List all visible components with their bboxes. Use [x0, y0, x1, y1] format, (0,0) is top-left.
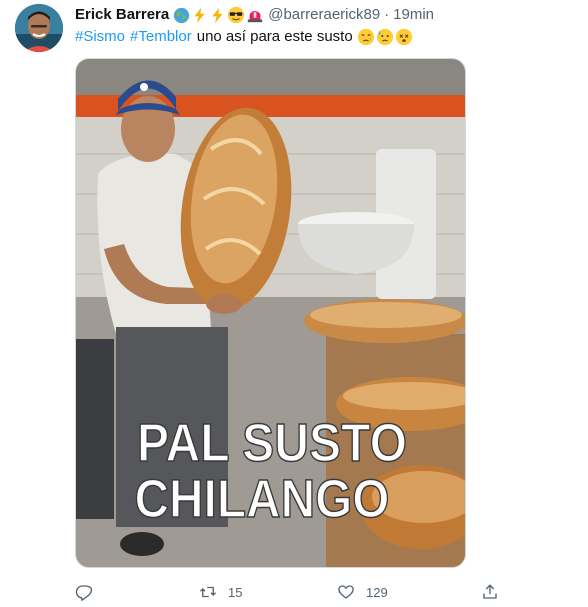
sad-relieved-face-emoji [357, 28, 374, 46]
globe-emoji [174, 7, 190, 23]
tweet-image[interactable]: PAL SUSTO CHILANGO [75, 58, 466, 568]
sunglasses-emoji [228, 6, 245, 24]
name-emoji-group [173, 6, 264, 24]
author-handle[interactable]: @barreraerick89 [268, 5, 380, 25]
like-count: 129 [366, 584, 388, 600]
retweet-icon [200, 586, 216, 598]
share-icon [483, 584, 497, 599]
tweet[interactable]: Erick Barrera @barreraerick89 · 19min #S… [0, 0, 588, 607]
dizzy-face-emoji [395, 28, 412, 46]
tweet-body-text: uno así para este susto [196, 28, 353, 45]
like-button[interactable]: 129 [337, 580, 388, 604]
separator-dot: · [384, 6, 390, 23]
avatar[interactable] [15, 4, 63, 52]
heart-icon [338, 585, 354, 599]
anxious-sweat-face-emoji [376, 28, 393, 46]
action-bar: 15 129 [75, 580, 505, 604]
siren-emoji [248, 10, 263, 23]
meme-photo: PAL SUSTO CHILANGO [76, 59, 465, 567]
hashtag-sismo[interactable]: #Sismo [75, 27, 125, 47]
lightning-emoji [212, 7, 223, 23]
hashtag-temblor[interactable]: #Temblor [130, 27, 192, 47]
caption-line-2: CHILANGO [135, 469, 390, 529]
timestamp[interactable]: 19min [393, 5, 434, 25]
tweet-emoji-group [357, 28, 413, 46]
display-name[interactable]: Erick Barrera [75, 5, 169, 25]
retweet-button[interactable]: 15 [199, 580, 242, 604]
caption-line-1: PAL SUSTO [137, 413, 407, 473]
reply-icon [75, 585, 93, 601]
share-button[interactable] [481, 580, 499, 604]
tweet-text: #Sismo #Temblor uno así para este susto [75, 27, 413, 47]
retweet-count: 15 [228, 584, 243, 600]
avatar-image [15, 4, 63, 52]
tweet-header: Erick Barrera @barreraerick89 · 19min [75, 5, 434, 25]
lightning-emoji [194, 7, 205, 23]
reply-button[interactable] [75, 580, 104, 604]
